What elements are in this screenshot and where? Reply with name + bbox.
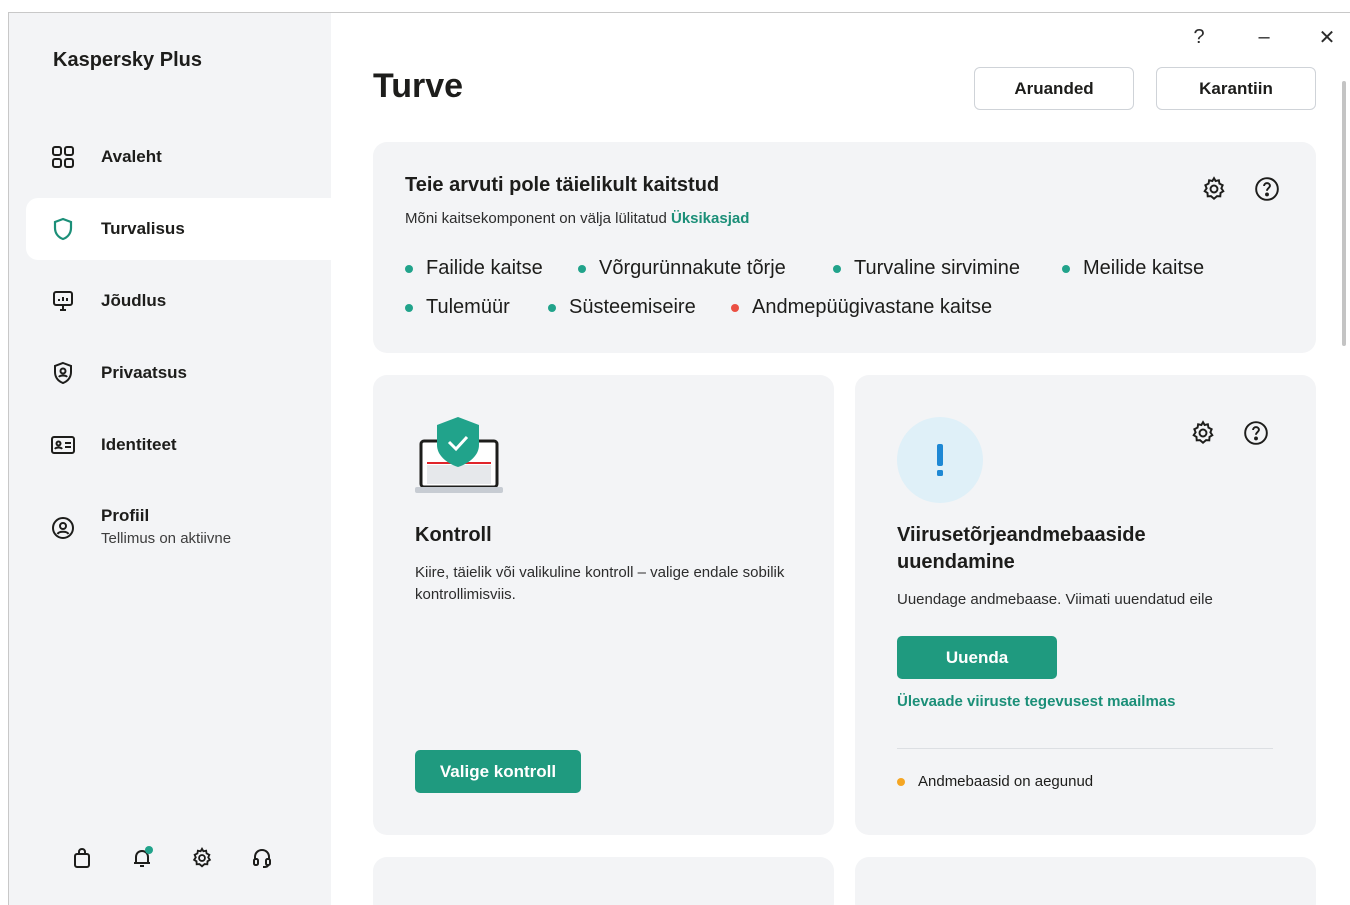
- bell-icon[interactable]: [129, 845, 155, 871]
- details-link[interactable]: Üksikasjad: [671, 210, 749, 227]
- status-settings-gear-icon[interactable]: [1199, 174, 1229, 204]
- sidebar-item-identity[interactable]: Identiteet: [26, 414, 331, 476]
- sidebar-item-privacy[interactable]: Privaatsus: [26, 342, 331, 404]
- status-dot: [833, 264, 841, 273]
- sidebar-item-label: Identiteet: [101, 435, 177, 454]
- help-button[interactable]: ?: [1184, 25, 1214, 49]
- protection-status-card: Teie arvuti pole täielikult kaitstud Mõn…: [373, 142, 1316, 353]
- update-card-description: Uuendage andmebaase. Viimati uuendatud e…: [897, 591, 1213, 608]
- status-help-icon[interactable]: [1252, 174, 1282, 204]
- quarantine-button[interactable]: Karantiin: [1156, 67, 1316, 110]
- component-file-protection: Failide kaitse: [405, 257, 543, 280]
- scan-card-title: Kontroll: [415, 524, 492, 546]
- status-subtitle-text: Mõni kaitsekomponent on välja lülitatud: [405, 210, 667, 227]
- sidebar-item-performance[interactable]: Jõudlus: [26, 270, 331, 332]
- gear-icon[interactable]: [189, 845, 215, 871]
- id-card-icon: [50, 432, 76, 458]
- choose-scan-button[interactable]: Valige kontroll: [415, 750, 581, 793]
- scrollbar[interactable]: [1342, 81, 1346, 346]
- status-subtitle: Mõni kaitsekomponent on välja lülitatud …: [405, 210, 749, 227]
- sidebar-item-label: Turvalisus: [101, 219, 185, 238]
- update-card-title: Viirusetõrjeandmebaaside uuendamine: [897, 524, 1146, 573]
- grid-icon: [50, 144, 76, 170]
- database-status: Andmebaasid on aegunud: [897, 773, 1093, 790]
- status-dot: [405, 303, 413, 312]
- status-dot-error: [731, 303, 739, 312]
- component-firewall: Tulemüür: [405, 296, 510, 319]
- status-dot: [405, 264, 413, 273]
- component-system-watcher: Süsteemiseire: [548, 296, 696, 319]
- component-mail-protection: Meilide kaitse: [1062, 257, 1204, 280]
- status-dot: [578, 264, 586, 273]
- monitor-icon: [50, 288, 76, 314]
- headset-icon[interactable]: [249, 845, 275, 871]
- scan-card-description: Kiire, täielik või valikuline kontroll –…: [415, 564, 785, 603]
- privacy-shield-icon: [50, 360, 76, 386]
- update-button[interactable]: Uuenda: [897, 636, 1057, 679]
- user-icon: [50, 515, 76, 541]
- app-window: Kaspersky Plus Avaleht Turvalisus Jõudlu…: [8, 12, 1350, 905]
- sidebar-item-profile[interactable]: Profiil Tellimus on aktiivne: [26, 496, 331, 560]
- card-partial-left: [373, 857, 834, 905]
- component-anti-phishing: Andmepüügivastane kaitse: [731, 296, 992, 319]
- component-network-attack-blocker: Võrgurünnakute tõrje: [578, 257, 786, 280]
- update-settings-gear-icon[interactable]: [1188, 418, 1218, 448]
- sidebar-item-home[interactable]: Avaleht: [26, 126, 331, 188]
- subscription-status: Tellimus on aktiivne: [101, 530, 232, 547]
- sidebar-item-label: Avaleht: [101, 147, 162, 166]
- component-safe-browsing: Turvaline sirvimine: [833, 257, 1020, 280]
- page-title: Turve: [373, 67, 464, 105]
- notification-dot: [145, 846, 153, 854]
- status-title: Teie arvuti pole täielikult kaitstud: [405, 174, 720, 196]
- scan-card: Kontroll Kiire, täielik või valikuline k…: [373, 375, 834, 835]
- divider: [897, 748, 1273, 749]
- minimize-button[interactable]: –: [1249, 25, 1279, 49]
- status-dot: [1062, 264, 1070, 273]
- sidebar-bottom-toolbar: [69, 845, 275, 871]
- shield-icon: [50, 216, 76, 242]
- sidebar-item-label: Jõudlus: [101, 291, 167, 310]
- sidebar: Kaspersky Plus Avaleht Turvalisus Jõudlu…: [9, 13, 331, 905]
- virus-activity-link[interactable]: Ülevaade viiruste tegevusest maailmas: [897, 693, 1175, 710]
- shopping-bag-icon[interactable]: [69, 845, 95, 871]
- reports-button[interactable]: Aruanded: [974, 67, 1134, 110]
- card-partial-right: [855, 857, 1316, 905]
- database-update-card: Viirusetõrjeandmebaaside uuendamine Uuen…: [855, 375, 1316, 835]
- laptop-scan-icon: [415, 415, 505, 500]
- close-button[interactable]: ✕: [1312, 25, 1342, 49]
- sidebar-item-label: Privaatsus: [101, 363, 187, 382]
- sidebar-item-label: Profiil: [101, 506, 150, 525]
- exclamation-icon: [897, 417, 983, 503]
- status-dot: [548, 303, 556, 312]
- sidebar-item-security[interactable]: Turvalisus: [26, 198, 331, 260]
- app-name: Kaspersky Plus: [53, 49, 202, 71]
- update-help-icon[interactable]: [1241, 418, 1271, 448]
- status-dot-warning: [897, 777, 905, 786]
